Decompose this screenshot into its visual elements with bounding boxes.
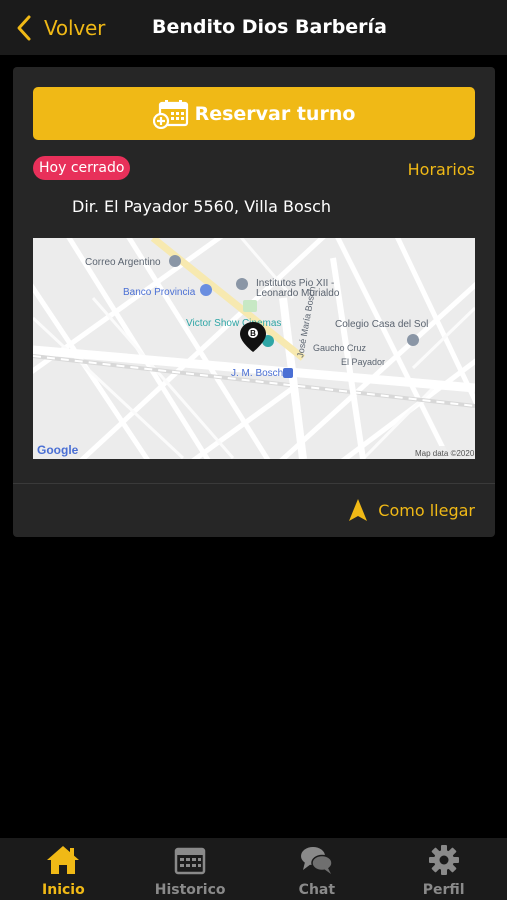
- directions-label: Como llegar: [378, 500, 475, 520]
- map-pin-letter: B: [250, 329, 256, 338]
- calendar-add-icon: [152, 99, 188, 129]
- map-label-payador: El Payador: [341, 357, 385, 367]
- map-label-colegio: Colegio Casa del Sol: [335, 319, 428, 330]
- top-bar: Volver Bendito Dios Barbería: [0, 0, 507, 55]
- gear-icon: [428, 845, 459, 875]
- chevron-left-icon: [17, 15, 31, 41]
- location-map[interactable]: Correo Argentino Institutos Pio XII - Le…: [33, 238, 475, 459]
- google-logo: Google: [37, 443, 79, 457]
- map-attribution: Map data ©2020: [415, 449, 475, 458]
- back-button[interactable]: Volver: [16, 10, 105, 46]
- map-label-correo: Correo Argentino: [85, 257, 161, 268]
- nav-label-chat: Chat: [298, 882, 336, 898]
- map-label-banco: Banco Provincia: [123, 287, 196, 298]
- calendar-icon: [174, 847, 206, 875]
- card-divider: [13, 483, 495, 484]
- chat-icon: [300, 847, 333, 874]
- map-label-cinema: Victor Show Cinemas: [186, 318, 281, 329]
- map-label-institutos2: Leonardo Murialdo: [256, 288, 340, 299]
- back-label: Volver: [44, 16, 106, 40]
- nav-label-historico: Historico: [154, 882, 226, 898]
- nav-item-perfil[interactable]: Perfil: [380, 838, 507, 900]
- directions-button[interactable]: Como llegar: [348, 498, 475, 522]
- navigation-arrow-icon: [349, 499, 368, 521]
- nav-label-inicio: Inicio: [42, 882, 85, 898]
- shop-card: Reservar turno Hoy cerrado Horarios Dir.…: [13, 67, 495, 537]
- nav-item-inicio[interactable]: Inicio: [0, 838, 127, 900]
- reserve-button[interactable]: Reservar turno: [33, 87, 475, 140]
- address-text: Dir. El Payador 5560, Villa Bosch: [72, 197, 332, 216]
- home-icon: [47, 846, 80, 874]
- map-label-gaucho: Gaucho Cruz: [313, 343, 367, 353]
- horarios-link[interactable]: Horarios: [408, 160, 475, 179]
- status-badge: Hoy cerrado: [33, 156, 131, 180]
- page-title: Bendito Dios Barbería: [152, 16, 387, 38]
- nav-label-perfil: Perfil: [422, 882, 465, 898]
- nav-item-chat[interactable]: Chat: [254, 838, 381, 900]
- bottom-nav: Inicio Historico Chat Perfil: [0, 838, 507, 900]
- reserve-label: Reservar turno: [194, 102, 356, 125]
- nav-item-historico[interactable]: Historico: [127, 838, 254, 900]
- map-label-jmbosch: J. M. Bosch: [231, 368, 283, 379]
